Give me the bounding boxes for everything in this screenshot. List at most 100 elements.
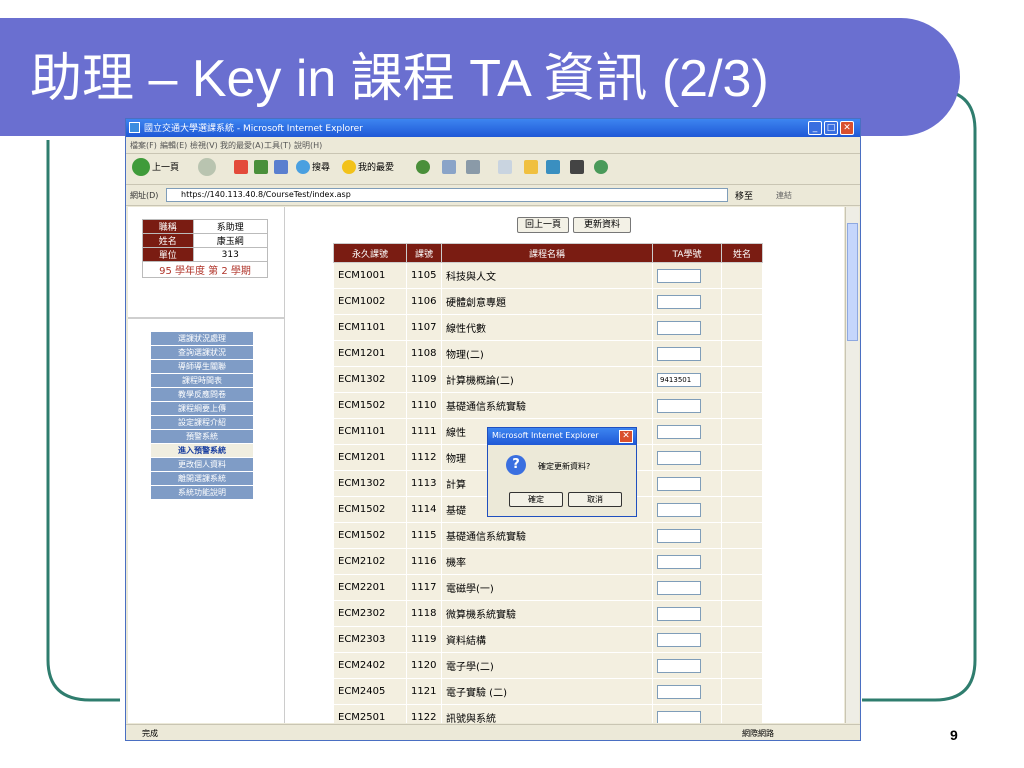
dialog-cancel-button[interactable]: 取消 bbox=[568, 492, 622, 507]
sidebar-link-warning-system[interactable]: 預警系統 bbox=[151, 430, 253, 444]
sidebar-link-feedback-survey[interactable]: 教學反應問卷 bbox=[151, 388, 253, 402]
table-row: ECM2501 1122 訊號與系統 bbox=[333, 704, 763, 723]
cell-ta-id bbox=[652, 418, 722, 445]
ta-id-input[interactable] bbox=[657, 658, 701, 673]
stop-icon[interactable] bbox=[234, 160, 248, 174]
mail-icon[interactable] bbox=[442, 160, 456, 174]
history-icon[interactable] bbox=[416, 160, 430, 174]
media-icon[interactable] bbox=[570, 160, 584, 174]
sidebar-link-syllabus-upload[interactable]: 課程綱要上傳 bbox=[151, 402, 253, 416]
ta-id-input[interactable] bbox=[657, 424, 701, 439]
menu-tools[interactable]: 工具(T) bbox=[264, 140, 291, 151]
cell-course-name: 科技與人文 bbox=[441, 262, 653, 289]
sidebar-link-tutor-relation[interactable]: 導師導生關聯 bbox=[151, 360, 253, 374]
edit-icon[interactable] bbox=[498, 160, 512, 174]
cell-ta-id bbox=[652, 288, 722, 315]
ta-id-input[interactable] bbox=[657, 554, 701, 569]
cell-perm-id: ECM1302 bbox=[333, 366, 407, 393]
cell-perm-id: ECM1201 bbox=[333, 340, 407, 367]
menu-file[interactable]: 檔案(F) bbox=[130, 140, 157, 151]
minimize-button[interactable]: _ bbox=[808, 121, 822, 135]
discuss-icon[interactable] bbox=[546, 160, 560, 174]
favorites-star-icon[interactable] bbox=[342, 160, 356, 174]
sidebar-link-enter-warning[interactable]: 進入預警系統 bbox=[151, 444, 253, 458]
menu-edit[interactable]: 編輯(E) bbox=[160, 140, 187, 151]
update-data-button[interactable]: 更新資料 bbox=[573, 217, 631, 233]
dialog-ok-button[interactable]: 確定 bbox=[509, 492, 563, 507]
cell-course-id: 1116 bbox=[406, 548, 442, 575]
back-page-button[interactable]: 回上一頁 bbox=[517, 217, 569, 233]
panel-divider bbox=[128, 317, 284, 319]
header-student-name: 姓名 bbox=[721, 243, 763, 263]
ta-id-input[interactable] bbox=[657, 502, 701, 517]
title-value: 系助理 bbox=[192, 219, 269, 234]
slide-number: 9 bbox=[950, 727, 958, 743]
menu-favorites[interactable]: 我的最愛(A) bbox=[220, 140, 264, 151]
sidebar-link-course-status[interactable]: 選課狀況處理 bbox=[151, 332, 253, 346]
table-row: ECM1101 1107 線性代數 bbox=[333, 314, 763, 341]
search-icon[interactable] bbox=[296, 160, 310, 174]
cell-ta-id bbox=[652, 652, 722, 679]
table-row: ECM1502 1110 基礎通信系統實驗 bbox=[333, 392, 763, 419]
ta-id-input[interactable] bbox=[657, 684, 701, 699]
favorites-button[interactable]: 我的最愛 bbox=[358, 160, 394, 173]
close-button[interactable]: ✕ bbox=[840, 121, 854, 135]
ta-id-input[interactable] bbox=[657, 320, 701, 335]
messenger-icon[interactable] bbox=[594, 160, 608, 174]
sidebar-link-logout[interactable]: 離開選課系統 bbox=[151, 472, 253, 486]
menu-help[interactable]: 說明(H) bbox=[294, 140, 322, 151]
sidebar-link-query-selection[interactable]: 查詢選課狀況 bbox=[151, 346, 253, 360]
go-button[interactable]: 移至 bbox=[735, 189, 753, 202]
browser-titlebar[interactable]: 國立交通大學選課系統 - Microsoft Internet Explorer… bbox=[126, 119, 860, 137]
table-row: ECM1502 1115 基礎通信系統實驗 bbox=[333, 522, 763, 549]
home-icon[interactable] bbox=[274, 160, 288, 174]
ta-id-input[interactable] bbox=[657, 606, 701, 621]
back-button[interactable]: 上一頁 bbox=[152, 160, 179, 173]
folder-icon[interactable] bbox=[524, 160, 538, 174]
table-row: ECM2303 1119 資料結構 bbox=[333, 626, 763, 653]
sidebar-link-timetable[interactable]: 課程時間表 bbox=[151, 374, 253, 388]
ta-id-input[interactable] bbox=[657, 346, 701, 361]
sidebar-link-help[interactable]: 系統功能說明 bbox=[151, 486, 253, 500]
ta-id-input[interactable] bbox=[657, 450, 701, 465]
ta-id-input[interactable] bbox=[657, 398, 701, 413]
cell-course-name: 物理(二) bbox=[441, 340, 653, 367]
ta-id-input[interactable] bbox=[657, 476, 701, 491]
cell-course-id: 1110 bbox=[406, 392, 442, 419]
toolbar: 上一頁 搜尋 我的最愛 bbox=[126, 154, 860, 185]
cell-course-id: 1121 bbox=[406, 678, 442, 705]
vertical-scrollbar[interactable] bbox=[845, 207, 859, 723]
cell-perm-id: ECM2501 bbox=[333, 704, 407, 723]
cell-ta-id: 9413501 bbox=[652, 366, 722, 393]
cell-ta-id bbox=[652, 262, 722, 289]
search-button[interactable]: 搜尋 bbox=[312, 160, 330, 173]
cell-perm-id: ECM1002 bbox=[333, 288, 407, 315]
dialog-titlebar[interactable]: Microsoft Internet Explorer ✕ bbox=[488, 428, 636, 445]
ta-id-input[interactable] bbox=[657, 710, 701, 723]
scroll-thumb[interactable] bbox=[847, 223, 858, 341]
maximize-button[interactable]: □ bbox=[824, 121, 838, 135]
cell-perm-id: ECM2302 bbox=[333, 600, 407, 627]
status-text: 完成 bbox=[142, 729, 158, 738]
ta-id-input[interactable] bbox=[657, 580, 701, 595]
sidebar-link-course-intro[interactable]: 設定課程介紹 bbox=[151, 416, 253, 430]
back-arrow-icon[interactable] bbox=[132, 158, 150, 176]
ta-id-input[interactable] bbox=[657, 268, 701, 283]
dialog-message: 確定更新資料? bbox=[538, 462, 591, 471]
links-button[interactable]: 連結 bbox=[776, 190, 792, 201]
cell-course-id: 1108 bbox=[406, 340, 442, 367]
ta-id-input[interactable] bbox=[657, 528, 701, 543]
refresh-icon[interactable] bbox=[254, 160, 268, 174]
menu-view[interactable]: 檢視(V) bbox=[190, 140, 218, 151]
forward-arrow-icon[interactable] bbox=[198, 158, 216, 176]
ta-id-input[interactable]: 9413501 bbox=[657, 372, 701, 387]
table-row: ECM2302 1118 微算機系統實驗 bbox=[333, 600, 763, 627]
ta-id-input[interactable] bbox=[657, 632, 701, 647]
sidebar-link-profile[interactable]: 更改個人資料 bbox=[151, 458, 253, 472]
dialog-close-button[interactable]: ✕ bbox=[619, 430, 633, 443]
cell-perm-id: ECM2102 bbox=[333, 548, 407, 575]
address-input[interactable]: https://140.113.40.8/CourseTest/index.as… bbox=[166, 188, 728, 202]
header-course-id: 課號 bbox=[406, 243, 442, 263]
print-icon[interactable] bbox=[466, 160, 480, 174]
ta-id-input[interactable] bbox=[657, 294, 701, 309]
